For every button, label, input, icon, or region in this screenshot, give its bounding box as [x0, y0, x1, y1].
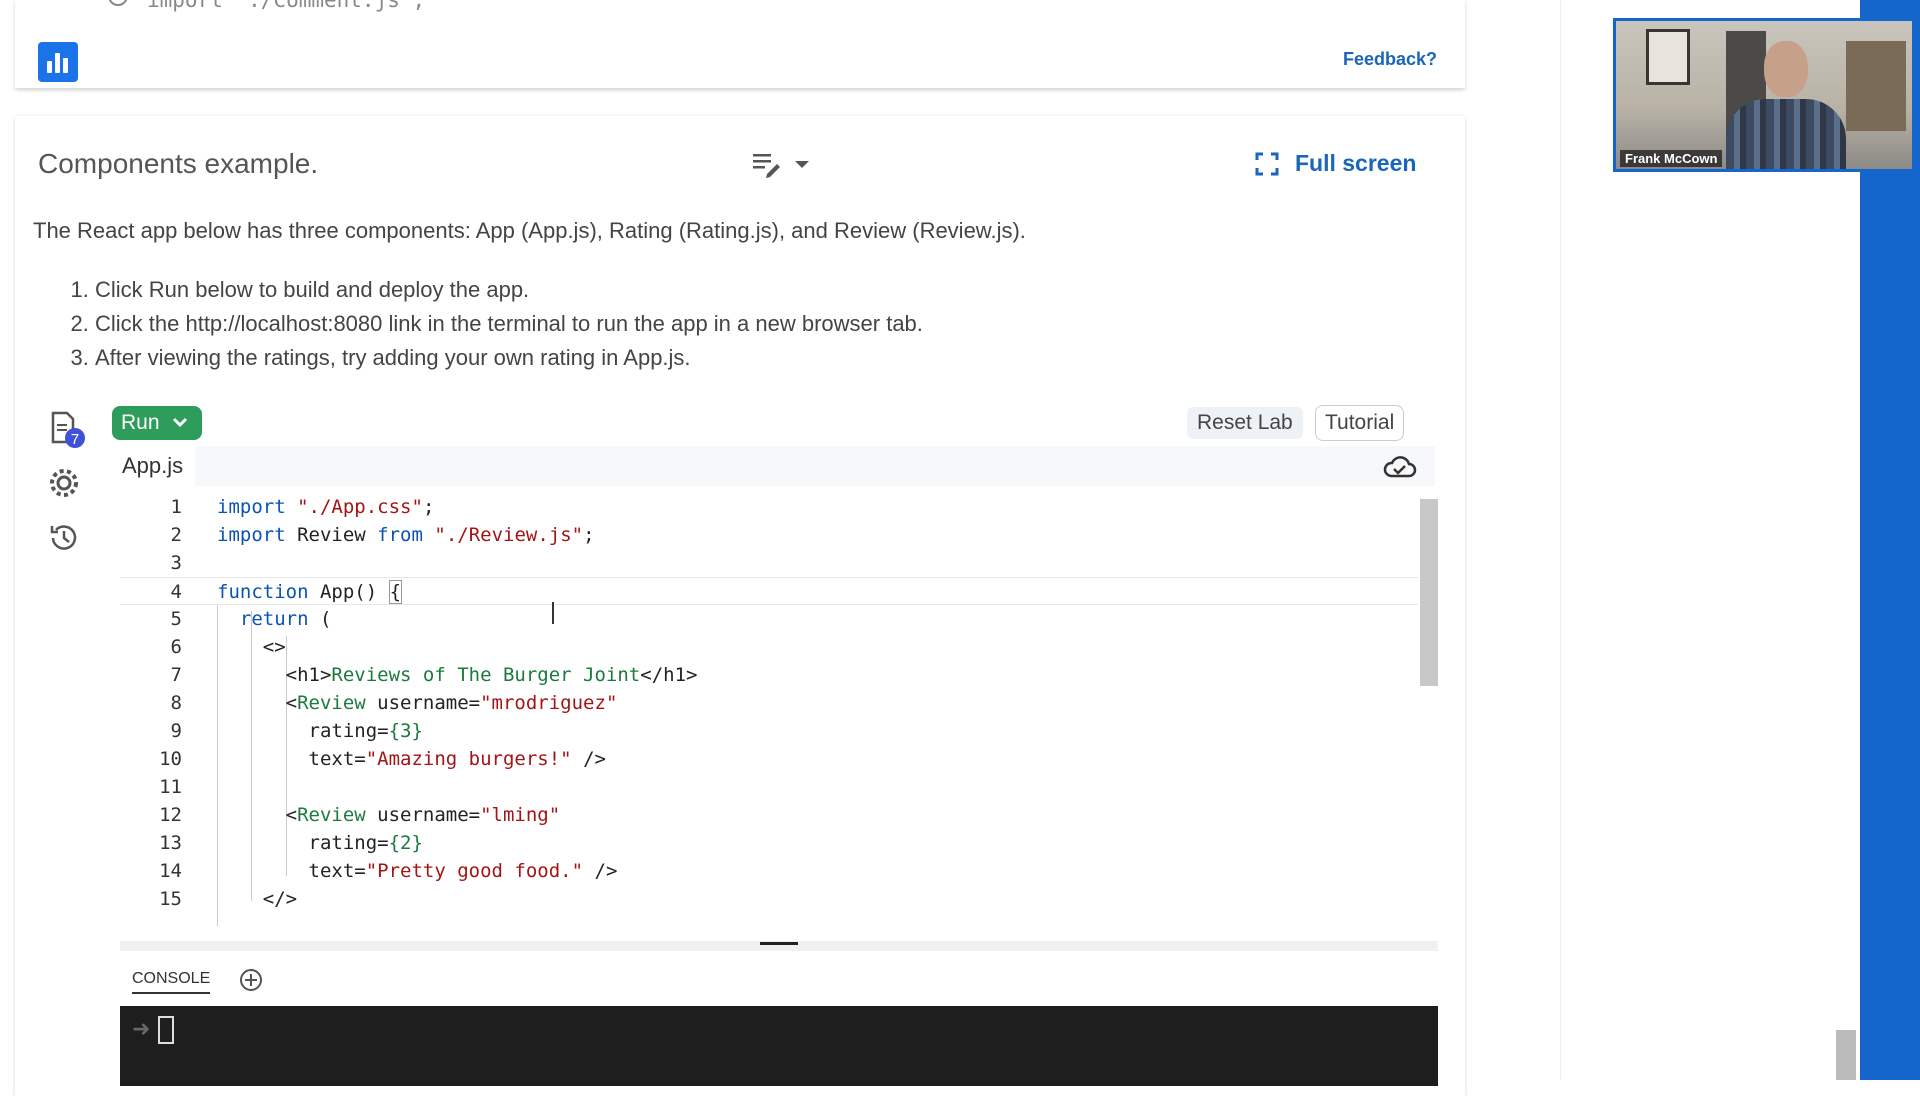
tutorial-button[interactable]: Tutorial — [1315, 405, 1405, 441]
page-scrollbar-thumb[interactable] — [1836, 1030, 1856, 1080]
history-icon[interactable] — [47, 521, 81, 555]
run-label: Run — [121, 411, 160, 434]
fullscreen-button[interactable]: Full screen — [1255, 150, 1416, 177]
files-badge: 7 — [71, 431, 79, 448]
add-console-icon[interactable] — [239, 968, 263, 997]
code-line: 11 — [159, 776, 182, 798]
person-avatar — [1764, 41, 1808, 97]
notes-edit-icon — [753, 154, 809, 178]
code-line: 8 <Review username="mrodriguez" — [170, 692, 618, 714]
code-line: 5 return ( — [170, 608, 332, 630]
code-lab: 7 Run Reset Lab Tutorial App.js 1 import… — [15, 396, 1438, 1096]
fullscreen-icon — [1255, 152, 1279, 175]
code-line: 12 <Review username="lming" — [159, 804, 561, 826]
previous-activity-card: import "./Comment.js"; Feedback? — [15, 0, 1465, 88]
answer-radio[interactable] — [108, 0, 128, 6]
code-line: 15 </> — [159, 888, 298, 910]
editor-console-divider[interactable] — [120, 941, 1438, 951]
activity-title: Components example. — [38, 148, 319, 179]
partial-code-text: import "./Comment.js"; — [147, 0, 426, 12]
mouse-text-cursor — [552, 602, 554, 624]
participant-name: Frank McCown — [1620, 150, 1723, 167]
code-line: 9 rating={3} — [170, 720, 423, 742]
edit-tools-dropdown[interactable] — [751, 148, 821, 182]
cloud-save-icon[interactable] — [1383, 454, 1417, 485]
console-terminal[interactable]: ➜ — [120, 1006, 1438, 1086]
code-line: 2 import Review from "./Review.js"; — [170, 524, 595, 546]
step-item: Click the http://localhost:8080 link in … — [95, 307, 923, 341]
step-item: After viewing the ratings, try adding yo… — [95, 341, 923, 375]
step-item: Click Run below to build and deploy the … — [95, 273, 923, 307]
activity-description: The React app below has three components… — [33, 218, 1026, 243]
code-line: 7 <h1>Reviews of The Burger Joint</h1> — [170, 664, 698, 686]
editor-tab-bar — [195, 446, 1435, 486]
tab-console[interactable]: CONSOLE — [132, 970, 211, 994]
code-line: 13 rating={2} — [159, 832, 423, 854]
feedback-link[interactable]: Feedback? — [1343, 49, 1437, 70]
files-icon[interactable]: 7 — [47, 410, 85, 448]
code-line: 1 import "./App.css"; — [170, 496, 435, 518]
code-line: 6 <> — [170, 636, 286, 658]
code-line: 14 text="Pretty good food." /> — [159, 860, 618, 882]
code-line: 4 function App() { — [120, 577, 1420, 605]
terminal-cursor — [158, 1016, 174, 1044]
stats-icon[interactable] — [38, 42, 78, 82]
chevron-down-icon — [172, 417, 187, 428]
wall-frame — [1646, 29, 1690, 85]
tab-app-js[interactable]: App.js — [112, 446, 192, 486]
prompt-arrow-icon: ➜ — [132, 1016, 151, 1041]
settings-gear-icon[interactable] — [47, 466, 81, 500]
instruction-steps: Click Run below to build and deploy the … — [65, 273, 923, 375]
webcam-video: Frank McCown — [1613, 18, 1915, 172]
code-editor[interactable]: 1 import "./App.css"; 2 import Review fr… — [120, 486, 1435, 926]
code-line: 3 — [170, 552, 182, 574]
reset-lab-button[interactable]: Reset Lab — [1187, 407, 1303, 439]
code-line: 10 text="Amazing burgers!" /> — [159, 748, 606, 770]
fullscreen-label: Full screen — [1295, 150, 1417, 176]
editor-scrollbar-thumb[interactable] — [1420, 499, 1438, 686]
run-button[interactable]: Run — [112, 406, 202, 440]
